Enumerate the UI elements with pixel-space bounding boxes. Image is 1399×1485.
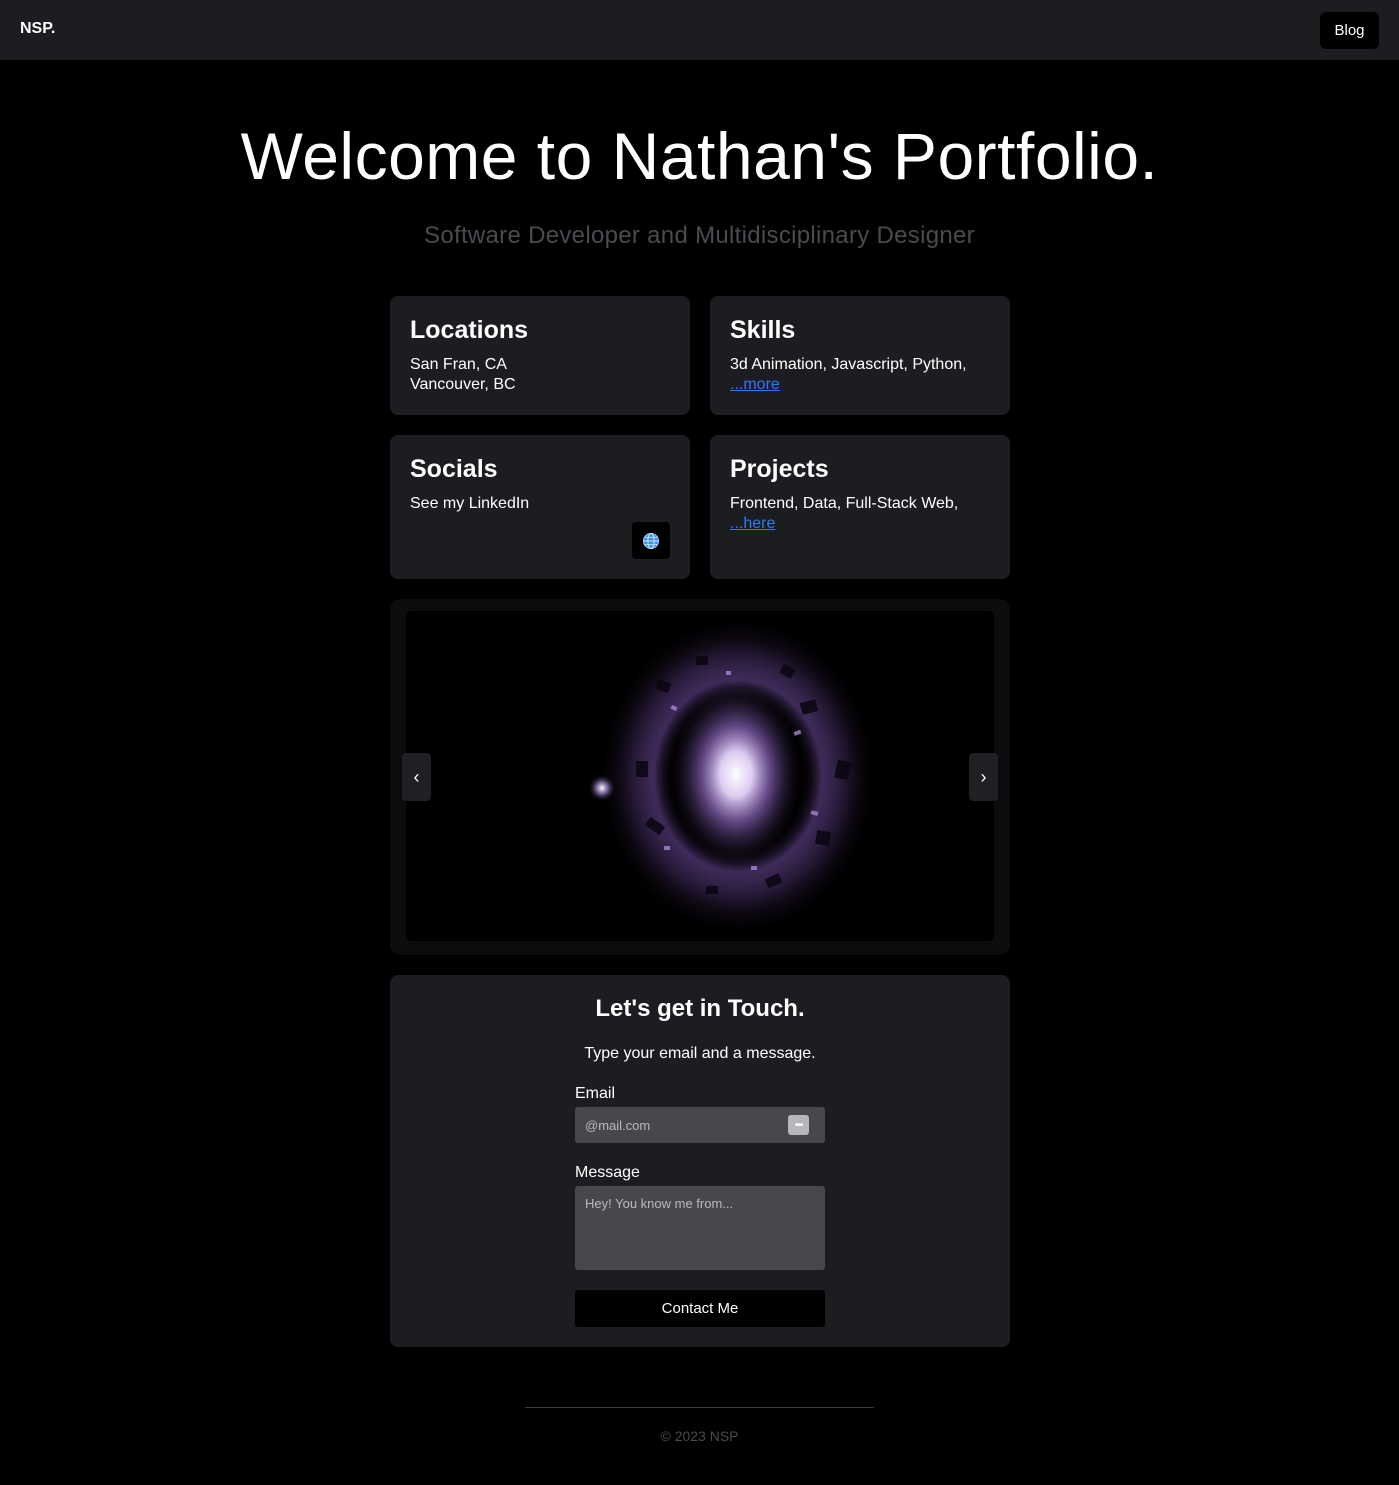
contact-section: Let's get in Touch. Type your email and … — [390, 975, 1010, 1347]
skills-card: Skills 3d Animation, Javascript, Python,… — [710, 296, 1010, 415]
locations-title: Locations — [410, 316, 529, 344]
image-carousel: ‹ › — [390, 599, 1010, 955]
contact-title: Let's get in Touch. — [595, 995, 805, 1022]
projects-card: Projects Frontend, Data, Full-Stack Web,… — [710, 435, 1010, 579]
skills-more-link[interactable]: ...more — [730, 376, 780, 393]
skills-text: 3d Animation, Javascript, Python, — [730, 356, 967, 373]
portal-artwork — [588, 616, 878, 936]
contact-hint: Type your email and a message. — [584, 1045, 816, 1062]
location-item: San Fran, CA — [410, 356, 507, 373]
message-field[interactable] — [575, 1186, 825, 1270]
footer-copyright: © 2023 NSP — [660, 1428, 739, 1444]
page-subtitle: Software Developer and Multidisciplinary… — [424, 222, 975, 249]
globe-icon — [643, 532, 659, 549]
carousel-next-button[interactable]: › — [969, 753, 998, 801]
blog-button[interactable]: Blog — [1320, 12, 1379, 49]
email-label: Email — [575, 1085, 616, 1102]
carousel-prev-button[interactable]: ‹ — [402, 753, 431, 801]
linkedin-button[interactable] — [632, 522, 670, 559]
page-title: Welcome to Nathan's Portfolio. — [240, 119, 1159, 193]
projects-text: Frontend, Data, Full-Stack Web, — [730, 495, 959, 512]
top-navbar: NSP. Blog — [0, 0, 1399, 60]
footer-divider — [525, 1407, 874, 1408]
socials-text: See my LinkedIn — [410, 495, 530, 512]
location-item: Vancouver, BC — [410, 376, 516, 393]
site-logo[interactable]: NSP. — [20, 20, 55, 38]
contact-me-button[interactable]: Contact Me — [575, 1290, 825, 1327]
projects-title: Projects — [730, 455, 829, 483]
socials-title: Socials — [410, 455, 498, 483]
autofill-dots-icon[interactable]: ••• — [788, 1115, 809, 1135]
carousel-slide — [406, 611, 994, 941]
socials-card: Socials See my LinkedIn — [390, 435, 690, 579]
message-label: Message — [575, 1164, 640, 1181]
skills-title: Skills — [730, 316, 796, 344]
locations-card: Locations San Fran, CA Vancouver, BC — [390, 296, 690, 415]
projects-here-link[interactable]: ...here — [730, 515, 775, 532]
